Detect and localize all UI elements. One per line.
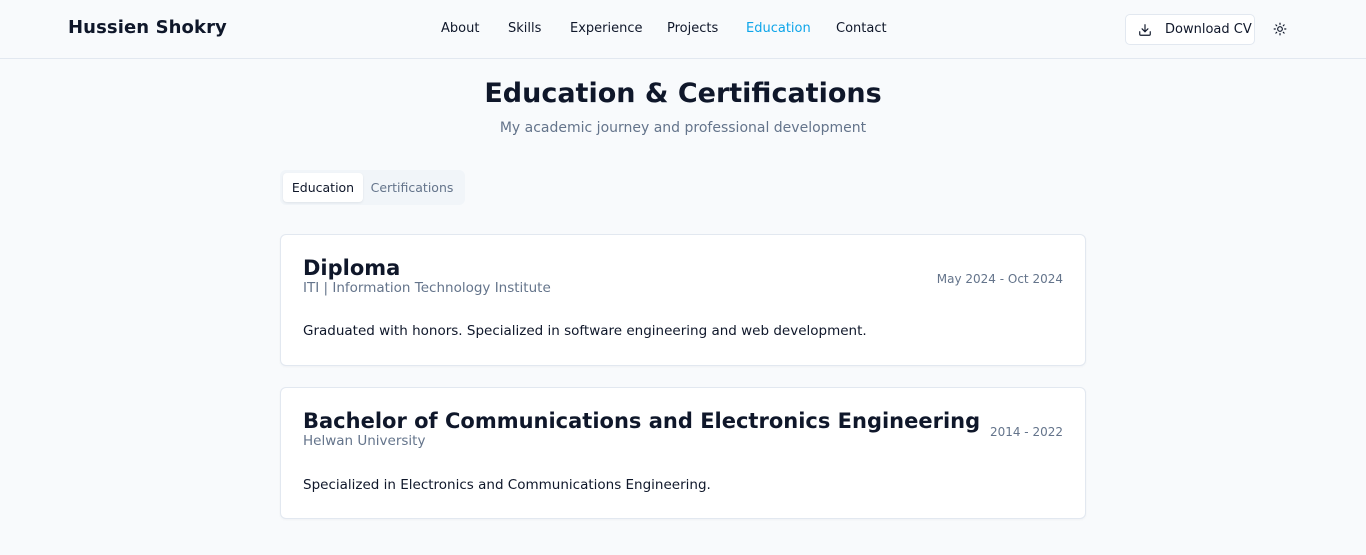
- education-card-description: Graduated with honors. Specialized in so…: [303, 323, 867, 339]
- section-title: Education & Certifications: [484, 78, 882, 109]
- top-navbar: Hussien Shokry About Skills Experience P…: [0, 0, 1366, 59]
- nav-link-skills[interactable]: Skills: [508, 21, 541, 36]
- tab-education[interactable]: Education: [283, 173, 363, 202]
- nav-link-contact[interactable]: Contact: [836, 21, 887, 36]
- nav-link-about[interactable]: About: [441, 21, 479, 36]
- education-card-title: Diploma: [303, 256, 401, 280]
- education-card: Bachelor of Communications and Electroni…: [280, 387, 1086, 519]
- education-card-institution: Helwan University: [303, 433, 426, 449]
- section-subtitle: My academic journey and professional dev…: [499, 120, 867, 136]
- education-card-description: Specialized in Electronics and Communica…: [303, 477, 711, 493]
- education-card-dates: 2014 - 2022: [989, 425, 1063, 439]
- download-cv-button[interactable]: Download CV: [1125, 14, 1255, 45]
- tab-certifications[interactable]: Certifications: [363, 173, 461, 202]
- theme-toggle-button[interactable]: [1270, 19, 1290, 39]
- education-card-dates: May 2024 - Oct 2024: [936, 272, 1063, 286]
- nav-link-education[interactable]: Education: [746, 21, 811, 36]
- education-card-title: Bachelor of Communications and Electroni…: [303, 409, 981, 433]
- download-cv-label: Download CV: [1165, 22, 1252, 37]
- nav-link-projects[interactable]: Projects: [667, 21, 718, 36]
- education-card-institution: ITI | Information Technology Institute: [303, 280, 551, 296]
- sun-icon: [1273, 22, 1287, 36]
- download-icon: [1138, 23, 1152, 37]
- education-card: Diploma ITI | Information Technology Ins…: [280, 234, 1086, 366]
- education-tabs: Education Certifications: [280, 170, 465, 205]
- nav-link-experience[interactable]: Experience: [570, 21, 643, 36]
